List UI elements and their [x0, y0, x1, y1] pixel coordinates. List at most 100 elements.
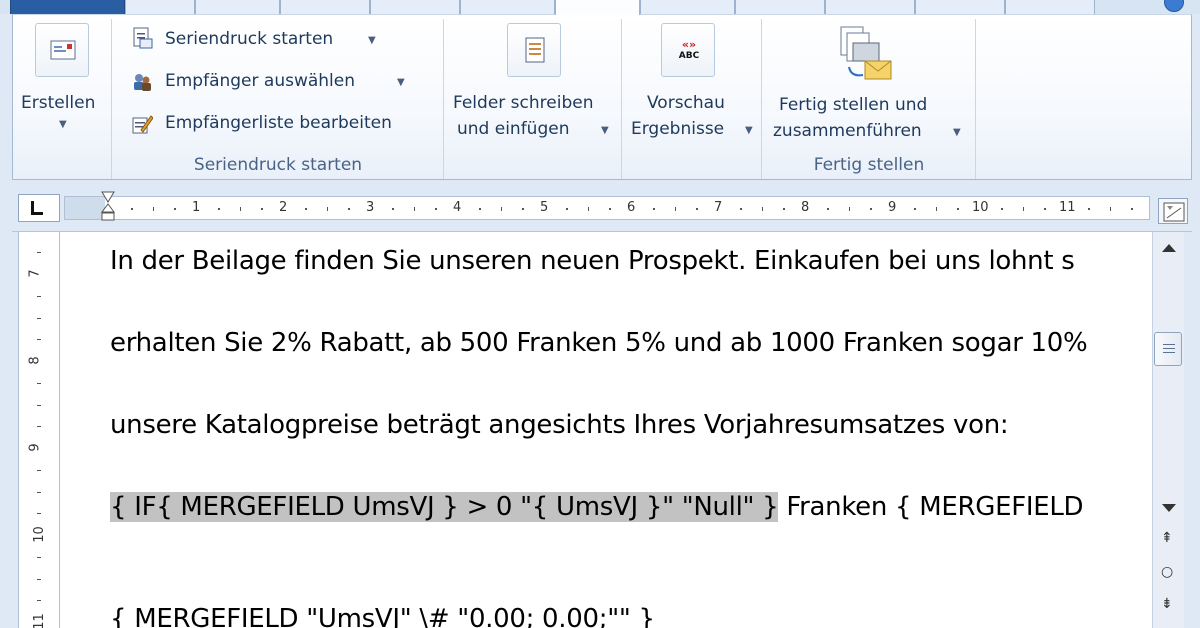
ruler-tick	[478, 208, 481, 210]
ruler-number: 4	[453, 200, 462, 215]
ruler-tick	[674, 207, 676, 211]
ruler-tick	[130, 208, 133, 210]
horizontal-ruler[interactable]: 1 2 3 4 5 6 7 8 9 10 11	[64, 196, 1150, 220]
vertical-ruler-tick	[37, 600, 41, 601]
document-page[interactable]: In der Beilage finden Sie unseren neuen …	[60, 232, 1152, 628]
vertical-ruler-tick	[37, 383, 41, 384]
ruler-tick	[391, 208, 394, 210]
finish-merge-button[interactable]: Fertig stellen und	[779, 95, 927, 115]
edit-recipient-list-button[interactable]: Empfängerliste bearbeiten	[165, 113, 392, 133]
vertical-ruler-tick	[37, 339, 41, 340]
ruler-number: 6	[627, 200, 636, 215]
vertical-ruler-tick	[37, 296, 41, 297]
create-button[interactable]: Erstellen	[21, 93, 95, 113]
ruler-number: 9	[888, 200, 897, 215]
ruler-tick	[935, 207, 937, 211]
select-browse-object-icon[interactable]: ○	[1161, 564, 1173, 580]
ruler-tick	[1109, 207, 1111, 211]
vertical-ruler-tick	[37, 470, 41, 471]
chevron-down-icon: ▼	[953, 127, 961, 138]
scroll-down-icon[interactable]	[1157, 496, 1181, 520]
help-icon[interactable]	[1164, 0, 1184, 12]
ruler-number: 3	[366, 200, 375, 215]
ruler-number: 2	[279, 200, 288, 215]
ruler-number: 8	[801, 200, 810, 215]
doc-line-1: In der Beilage finden Sie unseren neuen …	[110, 246, 1075, 276]
ruler-tick	[500, 207, 502, 211]
ruler-tick	[848, 207, 850, 211]
tab-addins[interactable]	[825, 0, 915, 14]
scroll-up-icon[interactable]	[1157, 236, 1181, 260]
if-field-code[interactable]: { IF{ MERGEFIELD UmsVJ } > 0 "{ UmsVJ }"…	[110, 492, 779, 522]
select-recipients-button[interactable]: Empfänger auswählen	[165, 71, 355, 91]
vertical-ruler[interactable]: 7 8 9 10 11	[18, 232, 60, 628]
tab-stop-selector[interactable]	[18, 194, 60, 222]
vertical-ruler-number: 9	[27, 443, 43, 452]
vertical-scrollbar[interactable]: ⇞ ○ ⇟	[1152, 232, 1184, 628]
vertical-ruler-tick	[37, 426, 41, 427]
ruler-tick	[239, 207, 241, 211]
ruler-tick	[413, 207, 415, 211]
envelope-icon[interactable]	[35, 23, 89, 77]
vertical-ruler-tick	[37, 579, 41, 580]
doc-line-4: { IF{ MERGEFIELD UmsVJ } > 0 "{ UmsVJ }"…	[110, 492, 1084, 522]
ruler-tick	[326, 207, 328, 211]
finish-merge-label: zusammenführen	[773, 121, 922, 141]
vertical-ruler-tick	[37, 557, 41, 558]
vertical-ruler-number: 11	[31, 613, 47, 628]
ruler-number: 10	[972, 200, 989, 215]
ribbon-mailings: Erstellen ▼ Seriendruck starten ▼ Empfän…	[12, 14, 1192, 180]
ruler-tick	[913, 208, 916, 210]
ruler-tick	[870, 208, 873, 210]
ruler-number: 11	[1059, 200, 1076, 215]
indent-marker[interactable]	[100, 190, 116, 222]
ruler-tick	[435, 208, 438, 210]
tab-references[interactable]	[370, 0, 460, 14]
chevron-down-icon: ▼	[397, 77, 405, 88]
insert-fields-icon[interactable]	[507, 23, 561, 77]
preview-results-label: Ergebnisse	[631, 119, 725, 139]
tab-start[interactable]	[125, 0, 195, 14]
preview-icon-text-top: «»	[681, 38, 697, 51]
ruler-tick	[1044, 208, 1047, 210]
left-tab-icon	[31, 201, 43, 215]
preview-results-button[interactable]: Vorschau	[647, 93, 725, 113]
previous-page-icon[interactable]: ⇞	[1161, 530, 1173, 546]
ruler-tick	[783, 208, 786, 210]
tab-file[interactable]	[10, 0, 125, 14]
ruler-tick	[1000, 208, 1003, 210]
preview-results-icon[interactable]: «» ABC	[661, 23, 715, 77]
tab-page-layout[interactable]	[280, 0, 370, 14]
start-merge-button[interactable]: Seriendruck starten	[165, 29, 333, 49]
write-insert-fields-button[interactable]: Felder schreiben	[453, 93, 593, 113]
ruler-tick	[1022, 207, 1024, 211]
chevron-down-icon: ▼	[368, 35, 376, 46]
next-page-icon[interactable]: ⇟	[1161, 596, 1173, 612]
tab-review[interactable]	[460, 0, 555, 14]
doc-line-4-rest: Franken { MERGEFIELD	[778, 492, 1084, 522]
ruler-tick	[348, 208, 351, 210]
recipients-icon	[131, 71, 153, 93]
ruler-number: 1	[192, 200, 201, 215]
vertical-ruler-number: 10	[31, 526, 47, 543]
ruler-tick	[1087, 208, 1090, 210]
preview-icon-text-bottom: ABC	[678, 51, 700, 61]
tab-developer[interactable]	[735, 0, 825, 14]
ruler-tick	[739, 208, 742, 210]
finish-merge-icon[interactable]	[835, 23, 895, 85]
view-ruler-button[interactable]	[1158, 198, 1188, 224]
scroll-thumb[interactable]	[1154, 332, 1182, 366]
tab-insert[interactable]	[195, 0, 280, 14]
tab-extra[interactable]	[1005, 0, 1095, 14]
tab-mailings[interactable]	[555, 0, 640, 15]
group-label-finish: Fertig stellen	[813, 155, 925, 175]
doc-line-3: unsere Katalogpreise beträgt angesichts …	[110, 410, 1009, 440]
chevron-down-icon: ▼	[59, 119, 67, 130]
vertical-ruler-tick	[37, 513, 41, 514]
ruler-tick	[304, 208, 307, 210]
ruler-number: 5	[540, 200, 549, 215]
ruler-tick	[217, 208, 220, 210]
doc-line-2: erhalten Sie 2% Rabatt, ab 500 Franken 5…	[110, 328, 1088, 358]
tab-view[interactable]	[640, 0, 735, 14]
tab-acrobat[interactable]	[915, 0, 1005, 14]
